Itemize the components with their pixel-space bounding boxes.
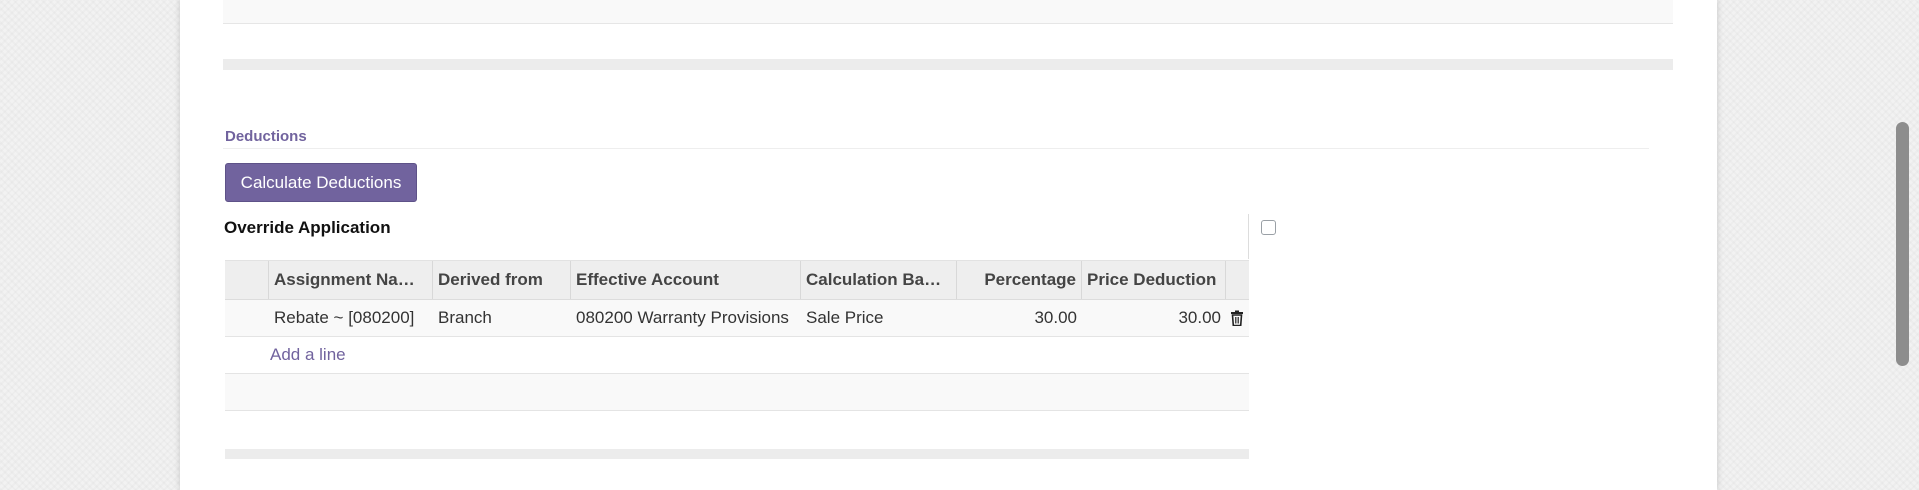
column-header-derived-from[interactable]: Derived from (433, 261, 571, 299)
column-header-assignment-name[interactable]: Assignment Na… (269, 261, 433, 299)
deductions-table: Assignment Na… Derived from Effective Ac… (225, 260, 1249, 411)
table-row[interactable]: Rebate ~ [080200] Branch 080200 Warranty… (225, 300, 1249, 337)
section-divider (223, 148, 1649, 149)
column-header-calculation-base[interactable]: Calculation Ba… (801, 261, 957, 299)
override-application-label: Override Application (224, 218, 391, 237)
cell-price-deduction[interactable]: 30.00 (1082, 300, 1226, 336)
deductions-section-title: Deductions (225, 128, 307, 145)
actions-column-header (1226, 261, 1249, 299)
column-header-percentage[interactable]: Percentage (957, 261, 1082, 299)
previous-table-horizontal-scrollbar[interactable] (223, 59, 1673, 70)
form-sheet: Deductions Calculate Deductions Override… (180, 0, 1717, 490)
column-header-effective-account[interactable]: Effective Account (571, 261, 801, 299)
add-a-line-link[interactable]: Add a line (270, 337, 346, 373)
calculate-deductions-button[interactable]: Calculate Deductions (225, 163, 417, 202)
field-separator (1248, 214, 1249, 259)
cell-derived-from[interactable]: Branch (433, 300, 571, 336)
override-application-checkbox[interactable] (1261, 220, 1276, 235)
column-header-price-deduction[interactable]: Price Deduction (1082, 261, 1226, 299)
add-line-row: Add a line (225, 337, 1249, 374)
page-vertical-scrollbar-thumb[interactable] (1896, 122, 1909, 366)
cell-effective-account[interactable]: 080200 Warranty Provisions (571, 300, 801, 336)
table-footer-row (225, 374, 1249, 411)
trash-icon[interactable] (1230, 310, 1244, 326)
cell-calculation-base[interactable]: Sale Price (801, 300, 957, 336)
previous-table-row (223, 0, 1673, 24)
cell-assignment-name[interactable]: Rebate ~ [080200] (269, 300, 433, 336)
handle-column-header (225, 261, 269, 299)
cell-percentage[interactable]: 30.00 (957, 300, 1082, 336)
deductions-table-horizontal-scrollbar[interactable] (225, 449, 1249, 459)
table-header: Assignment Na… Derived from Effective Ac… (225, 260, 1249, 300)
